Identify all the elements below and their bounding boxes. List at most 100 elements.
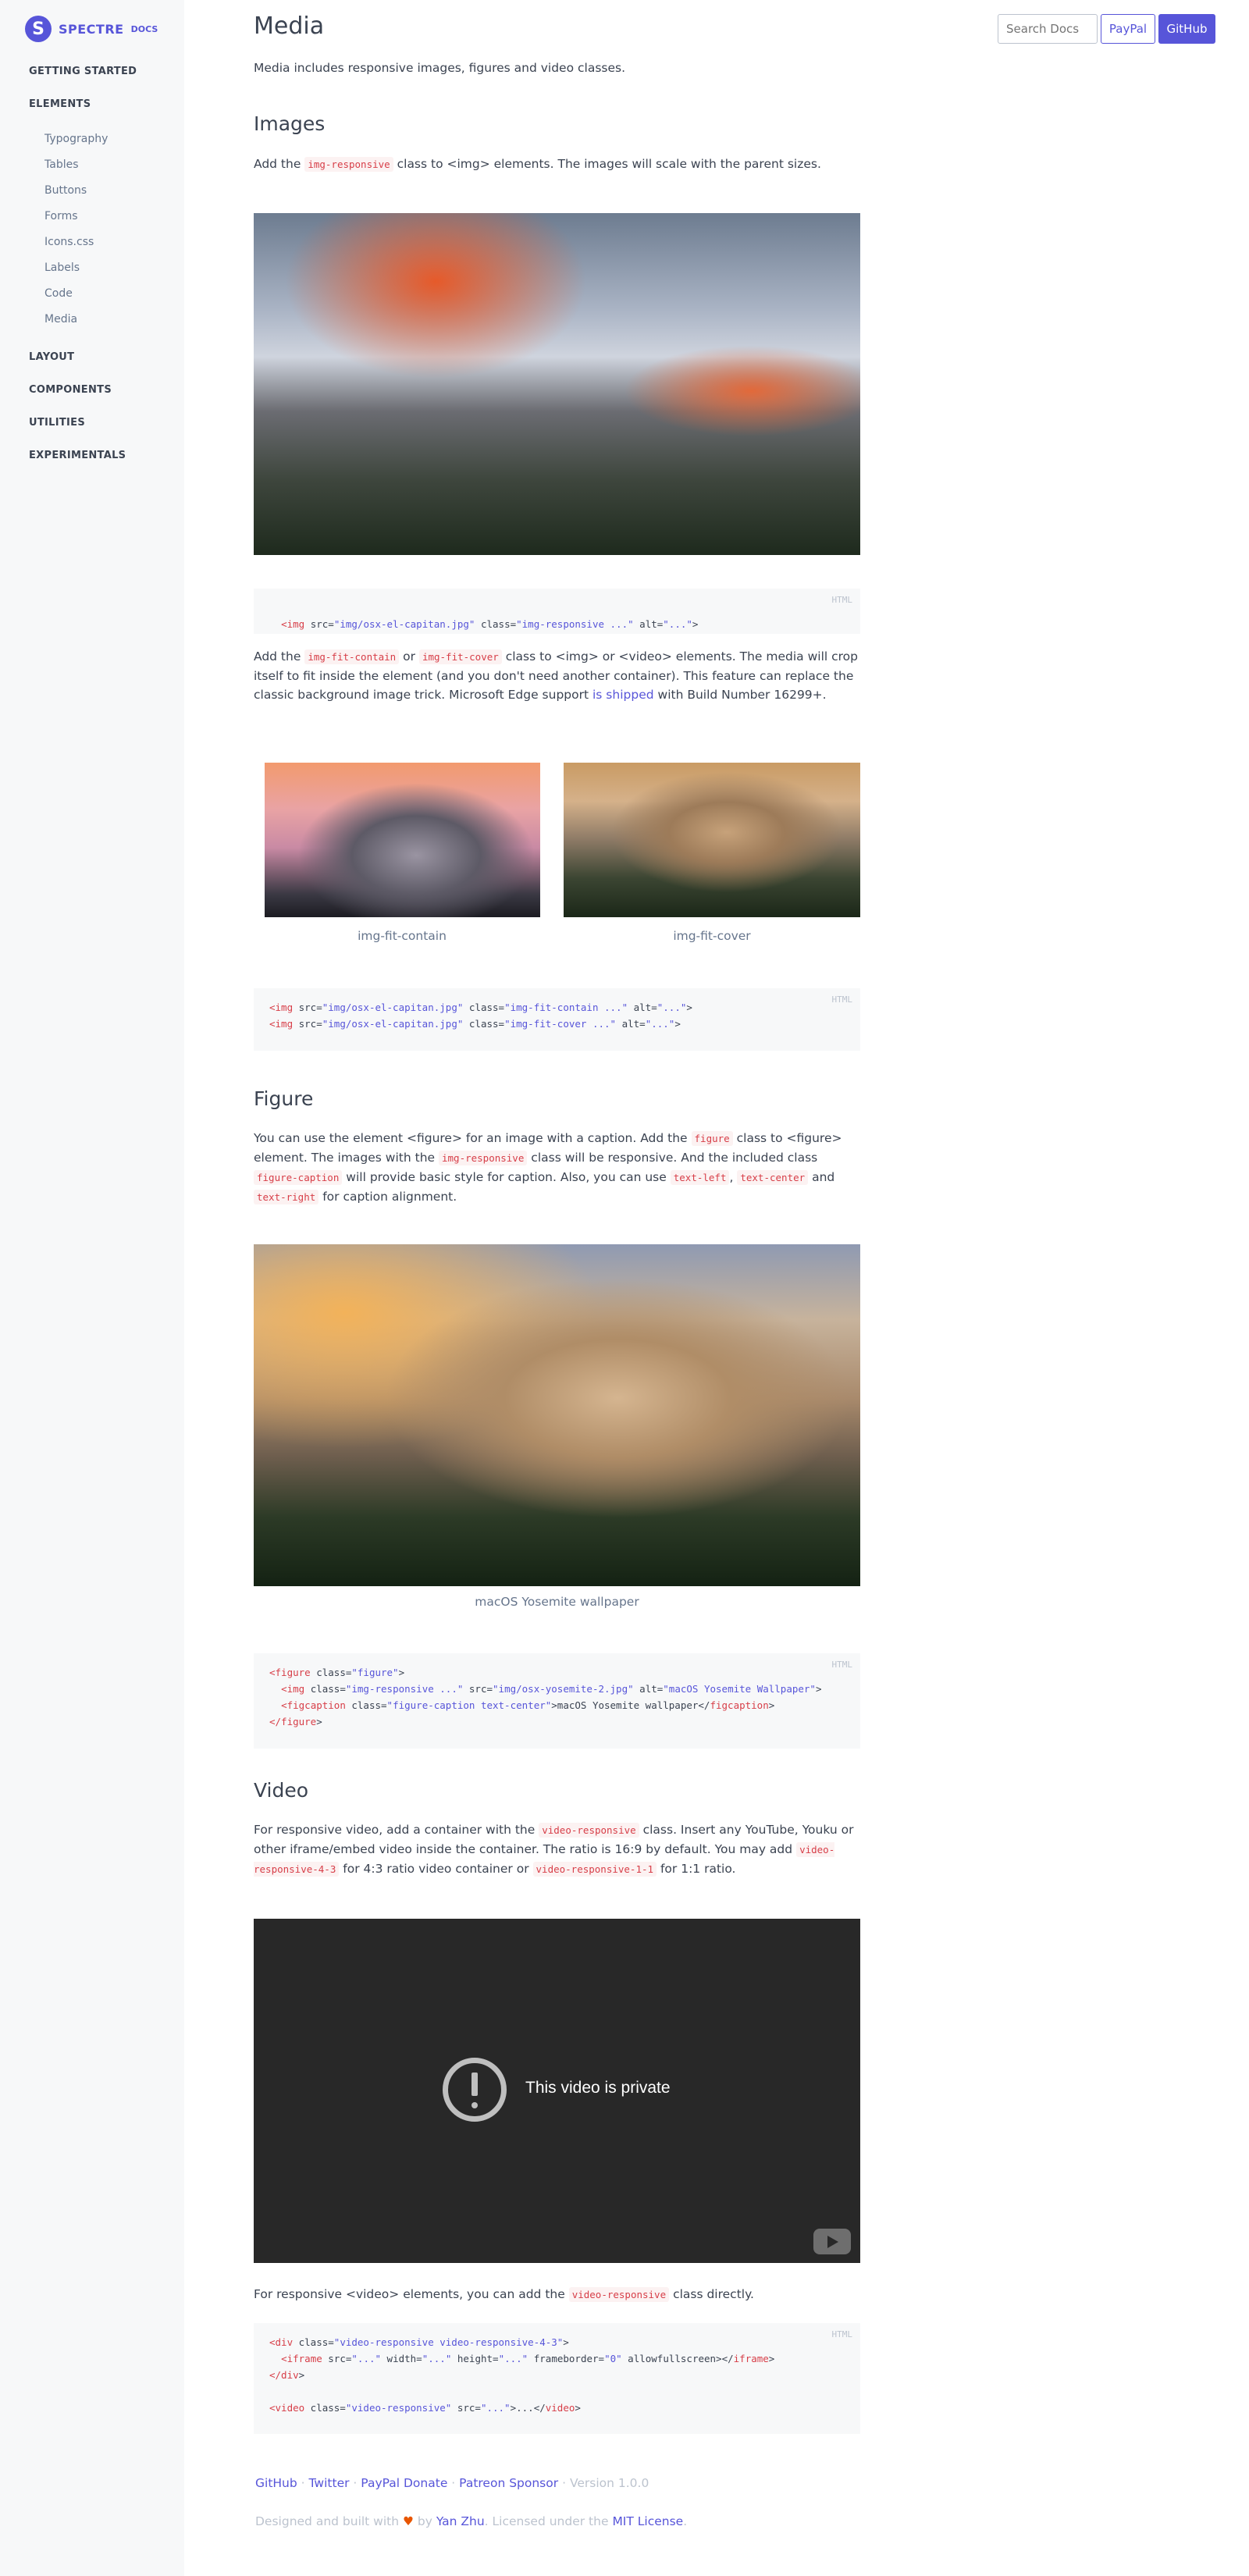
text: .	[683, 2514, 688, 2528]
footer-separator: ·	[451, 2476, 456, 2490]
sidebar-item-elements[interactable]: ELEMENTS	[29, 97, 177, 112]
code-token: alt=	[616, 1018, 646, 1030]
code-block-figure: HTML <figure class="figure"> <img class="…	[254, 1653, 860, 1749]
text: Add the	[254, 649, 301, 664]
code-token: figcaption	[710, 1699, 769, 1711]
code-token: alt=	[628, 1002, 657, 1013]
footer-patreon-link[interactable]: Patreon Sponsor	[459, 2476, 558, 2490]
inline-code: text-center	[737, 1170, 809, 1185]
sidebar-item-code[interactable]: Code	[44, 281, 177, 307]
code-token: >	[692, 618, 699, 630]
code-token: >	[768, 2353, 775, 2364]
code-token: </figure	[269, 1716, 317, 1727]
inline-code: img-fit-cover	[418, 649, 502, 664]
code-token: "figure-caption text-center"	[386, 1699, 552, 1711]
spectre-logo-icon: S	[25, 16, 52, 42]
sidebar-item-tables[interactable]: Tables	[44, 152, 177, 178]
footer-credit: Designed and built with ♥ by Yan Zhu. Li…	[255, 2514, 687, 2528]
code-token: src=	[463, 1683, 493, 1695]
code-token: class=	[463, 1018, 505, 1030]
code-token: <figcaption	[281, 1699, 346, 1711]
code-token: class=	[304, 1683, 346, 1695]
footer-twitter-link[interactable]: Twitter	[309, 2476, 350, 2490]
video-paragraph-2: For responsive <video> elements, you can…	[254, 2285, 863, 2304]
license-link[interactable]: MIT License	[612, 2514, 683, 2528]
code-token: <img	[269, 1002, 294, 1013]
youtube-logo-icon[interactable]	[813, 2229, 851, 2254]
code-token: >	[298, 2369, 305, 2381]
code-token: "..."	[351, 2353, 382, 2364]
sidebar-item-labels[interactable]: Labels	[44, 255, 177, 281]
is-shipped-link[interactable]: is shipped	[592, 688, 654, 702]
footer-separator: ·	[353, 2476, 358, 2490]
code-token: src=	[293, 1002, 322, 1013]
page-title: Media	[254, 12, 325, 40]
text: ,	[729, 1170, 734, 1184]
code-block-img-fit: HTML <img src="img/osx-el-capitan.jpg" cl…	[254, 988, 860, 1051]
code-token: class=	[304, 2402, 346, 2414]
code-token: "..."	[480, 2402, 511, 2414]
code-token: >	[398, 1667, 405, 1678]
code-token: class=	[310, 1667, 352, 1678]
text: class directly.	[673, 2287, 754, 2301]
inline-code: text-left	[670, 1170, 730, 1185]
code-token: <img	[281, 618, 305, 630]
code-token: "img-responsive ..."	[516, 618, 634, 630]
text: For responsive <video> elements, you can…	[254, 2287, 565, 2301]
text: will provide basic style for caption. Al…	[346, 1170, 667, 1184]
footer-separator: ·	[301, 2476, 305, 2490]
sidebar-item-buttons[interactable]: Buttons	[44, 178, 177, 204]
author-link[interactable]: Yan Zhu	[436, 2514, 485, 2528]
sidebar-item-forms[interactable]: Forms	[44, 204, 177, 229]
code-token: "0"	[604, 2353, 622, 2364]
sidebar-item-components[interactable]: COMPONENTS	[29, 382, 177, 398]
images-paragraph-1: Add the img-responsive class to <img> el…	[254, 155, 863, 174]
sidebar-item-experimentals[interactable]: EXPERIMENTALS	[29, 448, 177, 464]
text: Designed and built with	[255, 2514, 400, 2528]
code-token: class=	[293, 2336, 334, 2348]
sidebar-item-typography[interactable]: Typography	[44, 126, 177, 152]
exclamation-icon	[443, 2058, 507, 2122]
sidebar-item-media[interactable]: Media	[44, 307, 177, 333]
inline-code: img-responsive	[439, 1151, 528, 1165]
footer-github-link[interactable]: GitHub	[255, 2476, 297, 2490]
text: . Licensed under the	[484, 2514, 609, 2528]
video-embed[interactable]: This video is private	[254, 1919, 860, 2263]
sidebar-item-layout[interactable]: LAYOUT	[29, 350, 177, 365]
inline-code: video-responsive	[539, 1823, 639, 1838]
code-token: frameborder=	[528, 2353, 605, 2364]
inline-code: video-responsive-1-1	[532, 1862, 657, 1877]
code-lang-label: HTML	[831, 1660, 853, 1670]
code-token: "img/osx-el-capitan.jpg"	[322, 1018, 464, 1030]
code-token: src=	[293, 1018, 322, 1030]
sidebar-item-icons[interactable]: Icons.css	[44, 229, 177, 255]
images-paragraph-2: Add the img-fit-contain or img-fit-cover…	[254, 647, 863, 704]
search-input[interactable]	[998, 14, 1098, 44]
footer-paypal-link[interactable]: PayPal Donate	[361, 2476, 447, 2490]
github-button[interactable]: GitHub	[1158, 14, 1215, 44]
video-heading: Video	[254, 1779, 309, 1802]
code-token: class=	[463, 1002, 505, 1013]
code-token: allowfullscreen></	[621, 2353, 734, 2364]
code-token: video	[545, 2402, 575, 2414]
code-token: alt=	[633, 618, 664, 630]
inline-code: text-right	[254, 1190, 319, 1204]
inline-code: figure-caption	[254, 1170, 343, 1185]
code-token: <iframe	[281, 2353, 322, 2364]
sidebar-item-getting-started[interactable]: GETTING STARTED	[29, 64, 177, 80]
code-token: iframe	[733, 2353, 769, 2364]
brand[interactable]: S SPECTRE DOCS	[25, 16, 158, 42]
code-token: width=	[381, 2353, 422, 2364]
code-block-img-responsive: HTML <img src="img/osx-el-capitan.jpg" cl…	[254, 589, 860, 634]
code-token: </div	[269, 2369, 299, 2381]
code-token: <img	[269, 1018, 294, 1030]
code-token: src=	[322, 2353, 352, 2364]
code-token: <div	[269, 2336, 294, 2348]
sidebar-item-utilities[interactable]: UTILITIES	[29, 415, 177, 431]
paypal-button[interactable]: PayPal	[1101, 14, 1155, 44]
code-token: alt=	[633, 1683, 664, 1695]
brand-name: SPECTRE	[59, 21, 124, 37]
text: For responsive video, add a container wi…	[254, 1823, 536, 1837]
code-token: "..."	[657, 1002, 687, 1013]
code-token: "..."	[422, 2353, 452, 2364]
